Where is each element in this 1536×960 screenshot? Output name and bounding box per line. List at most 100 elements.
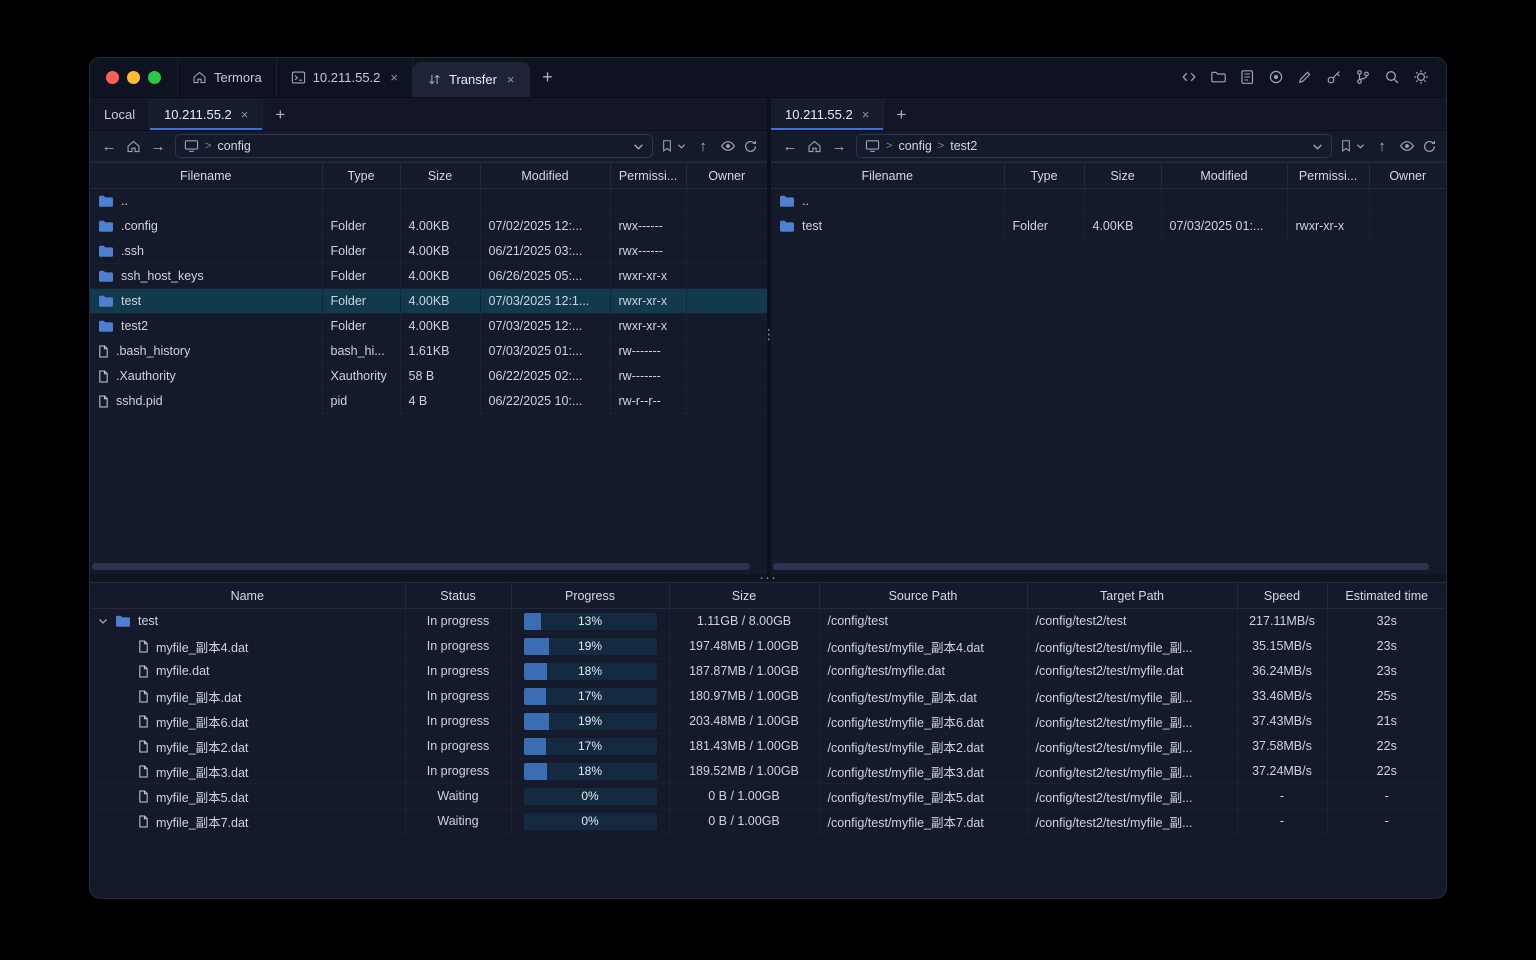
upload-icon[interactable]: ↑ <box>693 139 713 154</box>
column-header[interactable]: Size <box>669 582 820 609</box>
table-row[interactable]: .ssh Folder 4.00KB 06/21/2025 03:... rwx… <box>90 238 767 264</box>
column-header[interactable]: Estimated time <box>1327 582 1446 609</box>
back-icon[interactable]: ← <box>780 139 800 154</box>
tab-host[interactable]: 10.211.55.2 × <box>277 58 413 97</box>
forward-icon[interactable]: → <box>148 139 168 154</box>
refresh-icon[interactable] <box>1422 139 1437 154</box>
horizontal-scrollbar[interactable] <box>773 563 1436 570</box>
column-header[interactable]: Modified <box>1161 162 1288 189</box>
transfer-row[interactable]: myfile.dat In progress 18% 187.87MB / 1.… <box>90 658 1446 684</box>
column-header[interactable]: Filename <box>90 162 323 189</box>
table-row[interactable]: test Folder 4.00KB 07/03/2025 01:... rwx… <box>771 213 1446 239</box>
scrollbar-thumb[interactable] <box>92 563 751 570</box>
table-row[interactable]: test2 Folder 4.00KB 07/03/2025 12:... rw… <box>90 313 767 339</box>
transfer-row[interactable]: myfile_副本6.dat In progress 19% 203.48MB … <box>90 708 1446 734</box>
transfer-row[interactable]: myfile_副本2.dat In progress 17% 181.43MB … <box>90 733 1446 759</box>
column-header[interactable]: Permissi... <box>1287 162 1370 189</box>
transfer-status: In progress <box>405 683 512 709</box>
table-row-selected[interactable]: test Folder 4.00KB 07/03/2025 12:1... rw… <box>90 288 767 314</box>
file-icon <box>138 640 149 653</box>
column-header[interactable]: Progress <box>511 582 670 609</box>
transfer-row[interactable]: myfile_副本3.dat In progress 18% 189.52MB … <box>90 758 1446 784</box>
chevron-down-icon[interactable] <box>633 142 644 151</box>
refresh-icon[interactable] <box>743 139 758 154</box>
tab-remote-left[interactable]: 10.211.55.2 × <box>150 99 264 130</box>
column-header[interactable]: Permissi... <box>610 162 687 189</box>
transfer-speed: - <box>1237 808 1328 834</box>
path-bar[interactable]: > config > test2 <box>856 134 1332 158</box>
close-window-button[interactable] <box>106 70 119 84</box>
column-header[interactable]: Status <box>405 582 512 609</box>
column-header[interactable]: Target Path <box>1027 582 1238 609</box>
transfer-row[interactable]: myfile_副本5.dat Waiting 0% 0 B / 1.00GB /… <box>90 783 1446 809</box>
home-icon[interactable] <box>126 139 141 154</box>
column-header[interactable]: Owner <box>686 162 767 189</box>
column-header[interactable]: Size <box>1084 162 1162 189</box>
upload-icon[interactable]: ↑ <box>1372 139 1392 154</box>
zoom-window-button[interactable] <box>148 70 161 84</box>
column-header[interactable]: Owner <box>1369 162 1446 189</box>
eye-icon[interactable] <box>720 139 736 153</box>
record-icon[interactable] <box>1267 68 1285 86</box>
breadcrumb-segment[interactable]: config <box>217 139 250 153</box>
pencil-icon[interactable] <box>1296 68 1314 86</box>
bookmark-control[interactable] <box>1339 139 1365 153</box>
column-header[interactable]: Speed <box>1237 582 1328 609</box>
home-icon[interactable] <box>807 139 822 154</box>
column-header[interactable]: Filename <box>771 162 1005 189</box>
tab-termora[interactable]: Termora <box>177 58 277 97</box>
transfer-row[interactable]: myfile_副本7.dat Waiting 0% 0 B / 1.00GB /… <box>90 808 1446 834</box>
minimize-window-button[interactable] <box>127 70 140 84</box>
table-row[interactable]: .. <box>771 188 1446 214</box>
journal-icon[interactable] <box>1238 68 1256 86</box>
table-row[interactable]: ssh_host_keys Folder 4.00KB 06/26/2025 0… <box>90 263 767 289</box>
new-panel-tab-button[interactable]: + <box>263 99 297 130</box>
bookmark-control[interactable] <box>660 139 686 153</box>
table-row[interactable]: .bash_history bash_hi... 1.61KB 07/03/20… <box>90 338 767 364</box>
folder-icon[interactable] <box>1209 68 1227 86</box>
breadcrumb-segment[interactable]: test2 <box>950 139 977 153</box>
search-icon[interactable] <box>1383 68 1401 86</box>
table-row[interactable]: .config Folder 4.00KB 07/02/2025 12:... … <box>90 213 767 239</box>
expand-chevron-icon[interactable] <box>98 617 108 625</box>
new-panel-tab-button[interactable]: + <box>884 99 918 130</box>
column-header[interactable]: Type <box>322 162 401 189</box>
table-row[interactable]: .. <box>90 188 767 214</box>
tab-transfer[interactable]: Transfer × <box>413 62 530 97</box>
column-header[interactable]: Modified <box>480 162 611 189</box>
close-tab-icon[interactable]: × <box>862 107 870 122</box>
scrollbar-thumb[interactable] <box>773 563 1430 570</box>
column-header[interactable]: Size <box>400 162 481 189</box>
transfer-row[interactable]: test In progress 13% 1.11GB / 8.00GB /co… <box>90 608 1446 634</box>
table-row[interactable]: .Xauthority Xauthority 58 B 06/22/2025 0… <box>90 363 767 389</box>
column-header[interactable]: Source Path <box>819 582 1028 609</box>
breadcrumb-segment[interactable]: config <box>898 139 931 153</box>
tab-remote-right[interactable]: 10.211.55.2 × <box>771 99 885 130</box>
source-path: /config/test/myfile_副本7.dat <box>819 808 1028 834</box>
close-tab-icon[interactable]: × <box>241 107 249 122</box>
horizontal-scrollbar[interactable] <box>92 563 757 570</box>
column-header[interactable]: Type <box>1004 162 1085 189</box>
source-path: /config/test/myfile_副本6.dat <box>819 708 1028 734</box>
settings-icon[interactable] <box>1412 68 1430 86</box>
source-path: /config/test/myfile_副本5.dat <box>819 783 1028 809</box>
table-row[interactable]: sshd.pid pid 4 B 06/22/2025 10:... rw-r-… <box>90 388 767 414</box>
branch-icon[interactable] <box>1354 68 1372 86</box>
eye-icon[interactable] <box>1399 139 1415 153</box>
code-icon[interactable] <box>1180 68 1198 86</box>
bookmark-icon <box>1339 139 1353 153</box>
back-icon[interactable]: ← <box>99 139 119 154</box>
column-header[interactable]: Name <box>90 582 406 609</box>
chevron-down-icon[interactable] <box>1312 142 1323 151</box>
key-icon[interactable] <box>1325 68 1343 86</box>
tab-local[interactable]: Local <box>90 99 151 130</box>
transfer-row[interactable]: myfile_副本.dat In progress 17% 180.97MB /… <box>90 683 1446 709</box>
close-tab-icon[interactable]: × <box>507 72 515 87</box>
new-tab-button[interactable]: + <box>530 58 566 97</box>
path-bar[interactable]: > config <box>175 134 653 158</box>
close-tab-icon[interactable]: × <box>390 70 398 85</box>
forward-icon[interactable]: → <box>829 139 849 154</box>
transfer-row[interactable]: myfile_副本4.dat In progress 19% 197.48MB … <box>90 633 1446 659</box>
horizontal-splitter[interactable]: ··· <box>90 570 1446 585</box>
file-type: Folder <box>322 263 401 289</box>
